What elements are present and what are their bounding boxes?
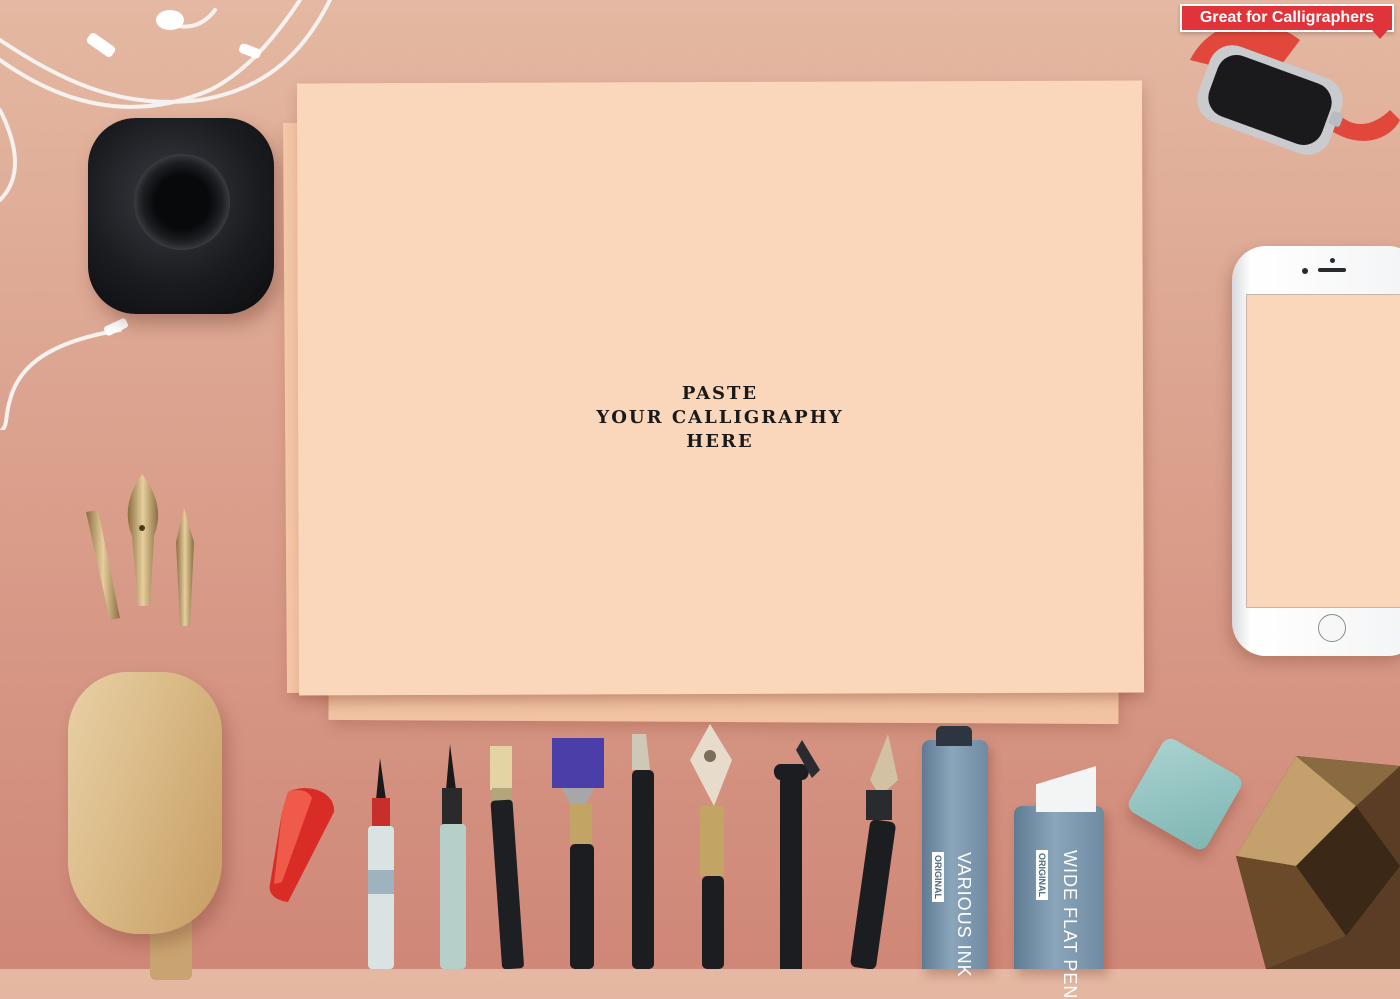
- phone-sensor: [1330, 258, 1335, 263]
- fineliner-pen-icon: [368, 758, 394, 969]
- brush-pen-icon: [440, 744, 466, 969]
- bevel-nib-icon: [632, 734, 654, 969]
- marker-wide-flat-pen-icon: WIDE FLAT PEN ORIGINAL: [1014, 766, 1104, 999]
- paper-line-2: YOUR CALLIGRAPHY: [596, 407, 844, 428]
- popsicle-icon: [68, 672, 222, 934]
- oblique-holder-icon: [773, 740, 820, 969]
- marker-wide-flat-pen-label: WIDE FLAT PEN: [1060, 850, 1080, 999]
- badge-tail: [1372, 30, 1388, 39]
- paper-line-1: PASTE: [681, 383, 759, 404]
- marker-various-ink-label: VARIOUS INK: [954, 852, 974, 978]
- flat-nib-pen-icon: [490, 746, 524, 969]
- phone-speaker: [1318, 268, 1346, 272]
- ink-bottle-neck: [134, 154, 230, 250]
- rolling-nib-icon: [690, 724, 732, 969]
- phone-camera: [1302, 268, 1308, 274]
- gem-icon: [1236, 756, 1400, 969]
- marker-various-ink-tip: [936, 726, 972, 746]
- phone-screen: [1246, 294, 1400, 608]
- pen-nibs-icon: [86, 474, 194, 626]
- ink-bottle-icon: [88, 118, 274, 314]
- great-for-calligraphers-badge: Great for Calligraphers: [1180, 4, 1394, 32]
- phone-home-button: [1318, 614, 1346, 642]
- italic-nib-icon: [850, 734, 898, 969]
- marker-various-ink-tag: ORIGINAL: [932, 852, 944, 902]
- paper-line-3: HERE: [686, 431, 754, 452]
- teal-cap-icon: [1125, 735, 1245, 853]
- marker-various-ink-icon: VARIOUS INK ORIGINAL: [922, 726, 988, 978]
- watch-icon: [1190, 22, 1400, 155]
- square-brush-icon: [552, 738, 604, 969]
- marker-wide-flat-pen-tip: [1036, 766, 1096, 812]
- red-cap-icon: [269, 788, 335, 902]
- paper-placeholder-text: PASTE YOUR CALLIGRAPHY HERE: [520, 382, 920, 454]
- pens-row: [368, 724, 898, 969]
- marker-wide-flat-pen-tag: ORIGINAL: [1036, 850, 1048, 900]
